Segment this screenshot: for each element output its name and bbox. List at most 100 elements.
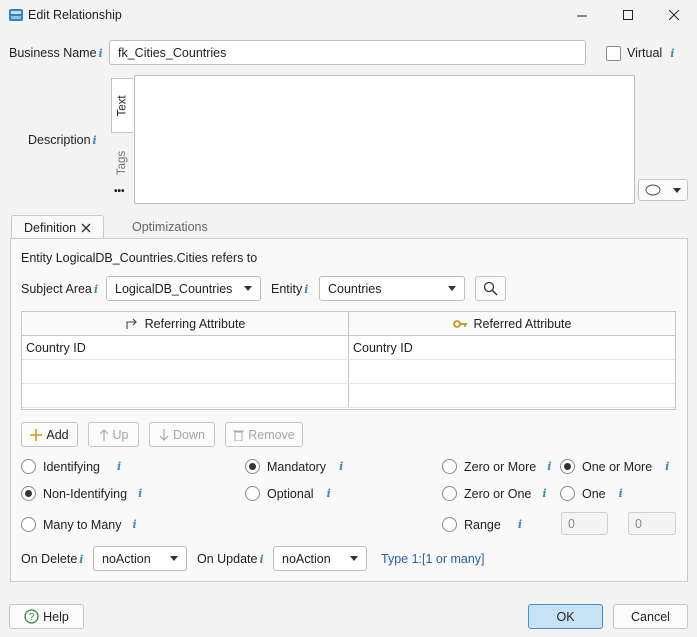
virtual-checkbox[interactable]	[606, 46, 621, 61]
range-from-input[interactable]: 0	[561, 512, 608, 535]
table-row[interactable]: Country ID Country ID	[22, 336, 675, 360]
remove-button-label: Remove	[248, 427, 295, 442]
entity-select[interactable]: Countries	[319, 276, 465, 301]
table-row[interactable]	[22, 360, 675, 384]
one-radio[interactable]: One i	[560, 486, 623, 501]
range-to-value: 0	[635, 516, 642, 531]
on-update-value: noAction	[282, 551, 331, 566]
radio-button[interactable]	[560, 486, 575, 501]
one-label: One	[582, 486, 606, 501]
minimize-button[interactable]	[559, 0, 605, 30]
table-cell[interactable]: Country ID	[22, 336, 349, 359]
radio-button[interactable]	[442, 517, 457, 532]
info-icon: i	[304, 283, 309, 296]
one-or-more-radio[interactable]: One or More i	[560, 459, 669, 474]
add-button[interactable]: Add	[21, 422, 78, 447]
radio-button[interactable]	[21, 486, 36, 501]
help-button-label: Help	[43, 609, 69, 624]
referred-header-text: Referred Attribute	[473, 316, 572, 331]
cancel-button[interactable]: Cancel	[613, 604, 688, 629]
help-icon: ?	[24, 609, 39, 624]
app-icon	[9, 9, 23, 21]
info-icon: i	[79, 553, 84, 566]
help-button[interactable]: ? Help	[9, 604, 84, 629]
column-header-referred[interactable]: Referred Attribute	[349, 312, 675, 335]
on-delete-label: On Delete i	[21, 552, 83, 566]
on-delete-value: noAction	[102, 551, 151, 566]
radio-button[interactable]	[245, 459, 260, 474]
close-icon	[668, 9, 679, 20]
chevron-down-icon	[673, 187, 681, 193]
on-update-select[interactable]: noAction	[273, 546, 367, 571]
range-radio[interactable]: Range i	[442, 517, 522, 532]
many-to-many-label: Many to Many	[43, 517, 122, 532]
range-to-input[interactable]: 0	[628, 512, 676, 535]
column-header-referring[interactable]: Referring Attribute	[22, 312, 349, 335]
close-button[interactable]	[651, 0, 697, 30]
non-identifying-radio[interactable]: Non-Identifying i	[21, 486, 142, 501]
zero-or-one-radio[interactable]: Zero or One i	[442, 486, 547, 501]
business-name-input[interactable]: fk_Cities_Countries	[109, 40, 586, 65]
range-label: Range	[464, 517, 501, 532]
radio-button[interactable]	[560, 459, 575, 474]
tab-definition[interactable]: Definition	[11, 215, 105, 239]
table-cell[interactable]	[22, 360, 349, 383]
radio-button[interactable]	[21, 517, 36, 532]
table-cell[interactable]: Country ID	[349, 336, 675, 359]
up-button[interactable]: Up	[88, 422, 139, 447]
type-link[interactable]: Type 1:[1 or many]	[381, 552, 485, 566]
minimize-icon	[576, 15, 587, 16]
maximize-button[interactable]	[605, 0, 651, 30]
more-options-button[interactable]: •••	[114, 186, 125, 197]
down-button-label: Down	[173, 427, 205, 442]
description-label-text: Description	[28, 133, 91, 147]
close-icon[interactable]	[81, 223, 91, 233]
identifying-radio[interactable]: Identifying i	[21, 459, 121, 474]
radio-button[interactable]	[245, 486, 260, 501]
many-to-many-radio[interactable]: Many to Many i	[21, 517, 137, 532]
subject-area-value: LogicalDB_Countries	[115, 281, 233, 296]
mandatory-radio[interactable]: Mandatory i	[245, 459, 343, 474]
tab-optimizations[interactable]: Optimizations	[120, 215, 220, 239]
tab-tags[interactable]: Tags	[111, 138, 133, 188]
non-identifying-label: Non-Identifying	[43, 486, 128, 501]
zero-or-one-label: Zero or One	[464, 486, 532, 501]
info-icon: i	[542, 487, 547, 500]
down-button[interactable]: Down	[149, 422, 215, 447]
window-title: Edit Relationship	[28, 8, 122, 22]
ok-button[interactable]: OK	[528, 604, 603, 629]
tab-optimizations-label: Optimizations	[132, 220, 208, 234]
radio-button[interactable]	[442, 486, 457, 501]
remove-button[interactable]: Remove	[225, 422, 303, 447]
add-button-label: Add	[46, 427, 69, 442]
attribute-grid[interactable]: Referring Attribute Referred Attribute C…	[21, 311, 676, 410]
optional-radio[interactable]: Optional i	[245, 486, 331, 501]
info-icon: i	[116, 460, 122, 473]
ok-button-label: OK	[556, 609, 575, 624]
optional-label: Optional	[267, 486, 314, 501]
business-name-label: Business Name i	[9, 46, 103, 60]
arrow-up-icon	[99, 428, 108, 441]
subject-area-select[interactable]: LogicalDB_Countries	[106, 276, 261, 301]
business-name-label-text: Business Name	[9, 46, 97, 60]
entity-value: Countries	[328, 281, 382, 296]
entity-search-button[interactable]	[475, 276, 506, 301]
description-textarea[interactable]	[134, 75, 635, 204]
table-cell[interactable]	[349, 384, 675, 407]
radio-button[interactable]	[442, 459, 457, 474]
virtual-label-text: Virtual	[627, 46, 663, 60]
radio-button[interactable]	[21, 459, 36, 474]
cancel-button-label: Cancel	[631, 609, 670, 624]
chevron-down-icon	[448, 286, 456, 291]
comment-dropdown-button[interactable]	[638, 179, 688, 201]
info-icon: i	[547, 460, 552, 473]
title-bar: Edit Relationship	[0, 0, 697, 30]
key-icon	[452, 319, 467, 328]
table-cell[interactable]	[22, 384, 349, 407]
maximize-icon	[622, 9, 633, 20]
table-row[interactable]	[22, 384, 675, 408]
table-cell[interactable]	[349, 360, 675, 383]
zero-or-more-radio[interactable]: Zero or More i	[442, 459, 551, 474]
on-delete-select[interactable]: noAction	[93, 546, 187, 571]
tab-text[interactable]: Text	[111, 78, 133, 133]
